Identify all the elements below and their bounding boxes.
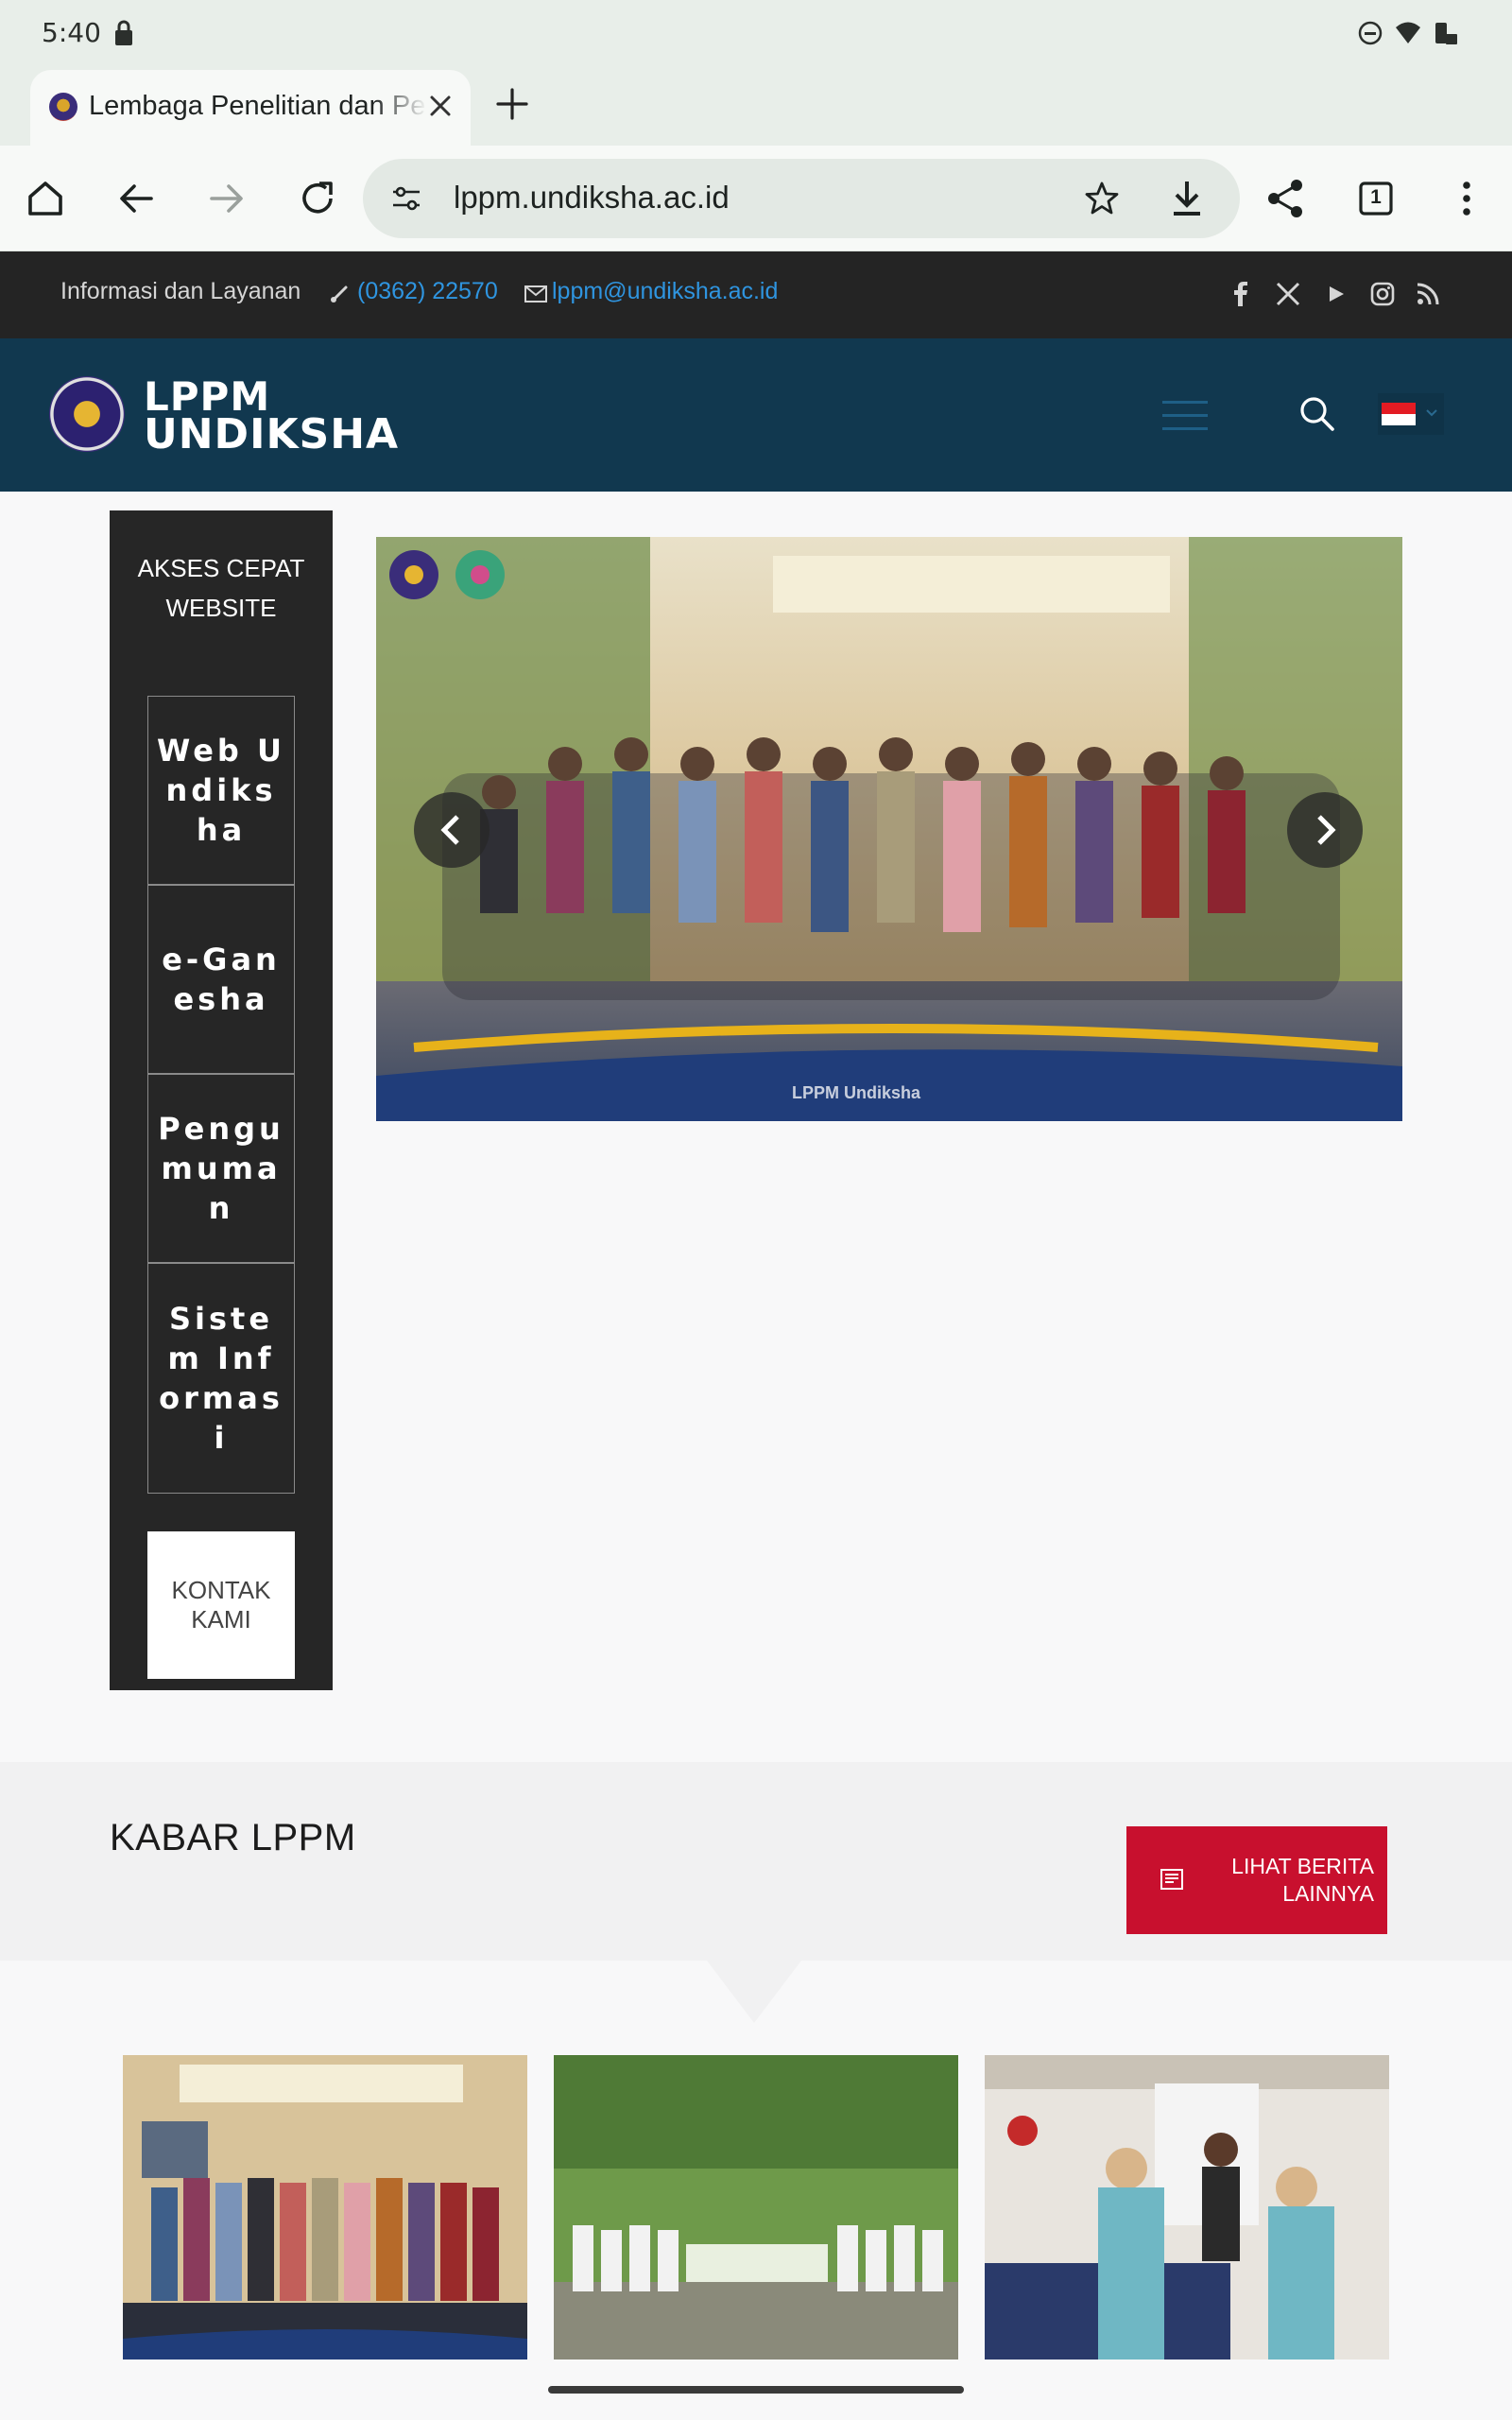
- tab-strip: Lembaga Penelitian dan Pengabdian kepada…: [0, 68, 1512, 146]
- lock-icon: [115, 20, 132, 45]
- site-info-bar: Informasi dan Layanan (0362) 22570 lppm@…: [0, 251, 1512, 338]
- quick-link-sistem-informasi[interactable]: Sistem Informasi: [147, 1263, 295, 1494]
- slider-prev-button[interactable]: [414, 792, 490, 868]
- wifi-icon: [1396, 22, 1420, 43]
- status-time: 5:40: [42, 17, 101, 48]
- address-bar[interactable]: lppm.undiksha.ac.id: [363, 159, 1240, 238]
- chevron-right-icon: [1317, 815, 1336, 845]
- gesture-home-bar[interactable]: [548, 2386, 964, 2394]
- search-icon[interactable]: [1297, 393, 1336, 433]
- indonesia-flag-icon: [1382, 403, 1416, 425]
- tab-title: Lembaga Penelitian dan Pengabdian kepada…: [89, 91, 427, 121]
- download-icon[interactable]: [1168, 178, 1206, 219]
- chevron-left-icon: [440, 815, 459, 845]
- site-settings-icon[interactable]: [389, 182, 423, 216]
- info-label: Informasi dan Layanan: [60, 278, 301, 304]
- quick-link-e-ganesha[interactable]: e-Ganesha: [147, 885, 295, 1074]
- undiksha-logo-icon[interactable]: [49, 376, 125, 452]
- chevron-down-icon: [1426, 409, 1437, 417]
- phone-icon: [331, 285, 348, 302]
- share-icon[interactable]: [1263, 176, 1308, 221]
- quick-link-web-undiksha[interactable]: Web Undiksha: [147, 696, 295, 885]
- url-text: lppm.undiksha.ac.id: [454, 180, 730, 215]
- logo-line-2: UNDIKSHA: [144, 410, 400, 458]
- quick-access-title: AKSES CEPAT WEBSITE: [137, 554, 305, 622]
- instagram-icon[interactable]: [1368, 280, 1397, 308]
- facebook-icon[interactable]: [1227, 280, 1255, 308]
- email-icon: [524, 285, 547, 302]
- youtube-icon[interactable]: [1321, 280, 1349, 308]
- news-card-1[interactable]: [123, 2055, 527, 2360]
- browser-tab[interactable]: Lembaga Penelitian dan Pengabdian kepada…: [30, 70, 471, 146]
- news-card-2[interactable]: [554, 2055, 958, 2360]
- more-news-label: LIHAT BERITA LAINNYA: [1231, 1854, 1374, 1906]
- newspaper-icon: [1160, 1869, 1183, 1890]
- battery-lock-icon: [1435, 23, 1457, 44]
- more-news-button[interactable]: LIHAT BERITA LAINNYA: [1126, 1826, 1387, 1934]
- email-link[interactable]: lppm@undiksha.ac.id: [552, 278, 778, 305]
- language-selector[interactable]: [1378, 393, 1444, 435]
- more-options-icon[interactable]: [1444, 176, 1489, 221]
- hero-slider[interactable]: LPPM Undiksha: [376, 537, 1402, 1121]
- do-not-disturb-icon: [1358, 21, 1383, 45]
- rss-icon[interactable]: [1414, 280, 1442, 308]
- section-notch: [707, 1961, 801, 2023]
- status-bar: 5:40: [0, 0, 1512, 68]
- slider-next-button[interactable]: [1287, 792, 1363, 868]
- news-card-3[interactable]: [985, 2055, 1389, 2360]
- quick-access-panel: AKSES CEPAT WEBSITE Web Undiksha e-Ganes…: [110, 510, 333, 1690]
- site-favicon-icon: [49, 93, 77, 121]
- site-header: LPPM UNDIKSHA: [0, 338, 1512, 492]
- home-icon[interactable]: [23, 176, 68, 221]
- news-card-image: [554, 2055, 958, 2360]
- forward-icon[interactable]: [204, 176, 249, 221]
- tab-count: 1: [1370, 186, 1382, 208]
- back-icon[interactable]: [113, 176, 159, 221]
- reload-icon[interactable]: [295, 176, 340, 221]
- news-card-image: [985, 2055, 1389, 2360]
- news-card-image: [123, 2055, 527, 2360]
- menu-toggle-button[interactable]: [1162, 399, 1208, 433]
- new-tab-icon[interactable]: [493, 85, 531, 123]
- x-icon[interactable]: [1274, 280, 1302, 308]
- news-section-title: KABAR LPPM: [110, 1817, 356, 1858]
- bookmark-star-icon[interactable]: [1083, 180, 1121, 217]
- close-tab-icon[interactable]: [423, 89, 457, 123]
- contact-us-button[interactable]: KONTAK KAMI: [147, 1531, 295, 1679]
- browser-toolbar: lppm.undiksha.ac.id 1: [0, 146, 1512, 251]
- site-logo[interactable]: LPPM UNDIKSHA: [144, 377, 400, 458]
- phone-link[interactable]: (0362) 22570: [357, 278, 498, 305]
- hero-slide-image: [376, 537, 1402, 1121]
- tab-switcher-button[interactable]: 1: [1353, 176, 1399, 221]
- hero-caption: LPPM Undiksha: [792, 1083, 921, 1102]
- quick-link-pengumuman[interactable]: Pengumuman: [147, 1074, 295, 1263]
